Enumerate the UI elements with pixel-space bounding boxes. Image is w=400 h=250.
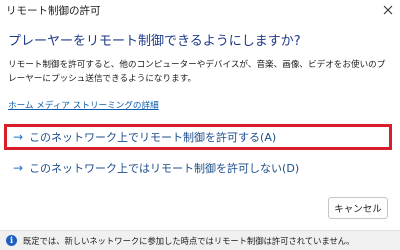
arrow-right-icon: →: [13, 130, 24, 144]
info-bar: i 既定では、新しいネットワークに参加した時点ではリモート制御は許可されていませ…: [0, 230, 400, 250]
streaming-details-link[interactable]: ホーム メディア ストリーミングの詳細: [8, 99, 159, 111]
allow-remote-control-label: このネットワーク上でリモート制御を許可する(A): [29, 131, 277, 144]
info-icon: i: [6, 235, 17, 246]
deny-remote-control-label: このネットワーク上ではリモート制御を許可しない(D): [29, 162, 300, 175]
info-text: 既定では、新しいネットワークに参加した時点ではリモート制御は許可されていません。: [23, 235, 355, 246]
dialog-description: リモート制御を許可すると、他のコンピューターやデバイスが、音楽、画像、ビデオをお…: [8, 60, 386, 84]
window-title: リモート制御の許可: [6, 5, 101, 17]
allow-remote-control-button[interactable]: → このネットワーク上でリモート制御を許可する(A): [4, 124, 392, 150]
deny-remote-control-button[interactable]: → このネットワーク上ではリモート制御を許可しない(D): [4, 155, 392, 181]
dialog-heading: プレーヤーをリモート制御できるようにしますか?: [8, 34, 301, 49]
close-icon: [383, 5, 393, 15]
arrow-right-icon: →: [13, 161, 24, 175]
title-bar: リモート制御の許可: [0, 0, 400, 20]
dialog-footer: キャンセル: [0, 190, 400, 230]
cancel-button[interactable]: キャンセル: [328, 197, 388, 219]
close-button[interactable]: [376, 0, 400, 20]
